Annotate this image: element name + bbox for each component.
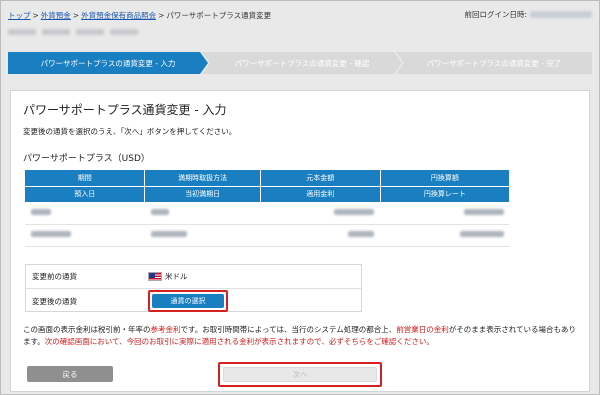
breadcrumb-current: パワーサポートプラス通貨変更 xyxy=(166,10,272,20)
table-header-row: 預入日 当初満期日 適用金利 円換算レート xyxy=(25,186,511,203)
breadcrumb: トップ > 外貨預金 > 外貨預金保有商品照会 > パワーサポートプラス通貨変更… xyxy=(8,8,592,22)
table-cell-redacted xyxy=(260,224,381,247)
next-button[interactable]: 次へ xyxy=(223,367,377,382)
currency-before-label: 変更前の通貨 xyxy=(32,272,77,281)
redacted-text xyxy=(42,29,70,35)
notice-text-red: 参考金利 xyxy=(150,325,181,334)
select-currency-button[interactable]: 通貨の選択 xyxy=(152,294,224,308)
column-header-deposit-date: 預入日 xyxy=(25,186,146,203)
table-cell-redacted xyxy=(380,202,510,225)
notice-text-red: 前営業日の金利 xyxy=(396,325,449,334)
currency-after-row: 変更後の通貨 通貨の選択 xyxy=(26,289,361,313)
breadcrumb-link-top[interactable]: トップ xyxy=(8,10,31,21)
column-header-maturity-handling: 満期時取扱方法 xyxy=(144,170,261,187)
notice-text: この画面の表示金利は税引前・年率の xyxy=(23,325,151,334)
step-complete: パワーサポートプラスの通貨変更 - 完了 xyxy=(396,52,592,74)
breadcrumb-separator: > xyxy=(32,10,39,20)
page-title: パワーサポートプラス通貨変更 - 入力 xyxy=(23,103,227,117)
column-header-yen-rate: 円換算レート xyxy=(380,186,511,203)
step-input: パワーサポートプラスの通貨変更 - 入力 xyxy=(8,52,208,74)
user-info-redacted xyxy=(8,29,138,37)
redacted-text xyxy=(76,29,104,35)
currency-before-text: 米ドル xyxy=(165,272,188,281)
redacted-text xyxy=(31,209,51,215)
table-row xyxy=(25,224,510,247)
breadcrumb-link-holdings[interactable]: 外貨預金保有商品照会 xyxy=(81,10,156,21)
table-cell-redacted xyxy=(25,202,145,225)
redacted-text xyxy=(334,209,375,215)
currency-box: 変更前の通貨 米ドル 変更後の通貨 通貨の選択 xyxy=(25,264,362,312)
notice-text-red: 次の確認画面において、今回のお取引に実際に適用される金利が表示されますので、必ず… xyxy=(44,337,434,346)
redacted-text xyxy=(150,231,187,237)
table-cell-redacted xyxy=(144,202,261,225)
redacted-text xyxy=(348,231,375,237)
breadcrumb-separator: > xyxy=(72,10,80,20)
step-indicator: パワーサポートプラスの通貨変更 - 確認 パワーサポートプラスの通貨変更 - 完… xyxy=(8,52,592,74)
column-header-period: 期間 xyxy=(25,170,146,187)
redacted-text xyxy=(463,209,504,215)
deposit-table: 期間 満期時取扱方法 元本金額 円換算額 預入日 当初満期日 適用金利 円換算レ… xyxy=(25,170,511,247)
column-header-principal: 元本金額 xyxy=(260,170,381,187)
redacted-text xyxy=(459,231,504,237)
table-header-row: 期間 満期時取扱方法 元本金額 円換算額 xyxy=(25,170,511,187)
redacted-text xyxy=(8,29,36,35)
last-login-label: 前回ログイン日時: xyxy=(464,10,527,19)
table-cell-redacted xyxy=(144,224,261,247)
redacted-text xyxy=(31,231,71,237)
last-login: 前回ログイン日時: xyxy=(464,9,592,20)
rate-notice: この画面の表示金利は税引前・年率の参考金利です。お取引時間帯によっては、当行のシ… xyxy=(23,324,583,348)
currency-before-value: 米ドル xyxy=(148,271,188,282)
main-panel: パワーサポートプラス通貨変更 - 入力 変更後の通貨を選択のうえ、「次へ」ボタン… xyxy=(10,90,590,392)
next-highlight: 次へ xyxy=(218,362,382,387)
instruction-text: 変更後の通貨を選択のうえ、「次へ」ボタンを押してください。 xyxy=(23,127,237,136)
notice-text: です。お取引時間帯によっては、当行のシステム処理の都合上、 xyxy=(180,325,397,334)
table-row xyxy=(25,202,510,225)
step-confirm: パワーサポートプラスの通貨変更 - 確認 xyxy=(202,52,402,74)
table-cell-redacted xyxy=(25,224,145,247)
column-header-applied-rate: 適用金利 xyxy=(260,186,381,203)
table-cell-redacted xyxy=(380,224,510,247)
last-login-value-redacted xyxy=(530,11,592,18)
select-highlight: 通貨の選択 xyxy=(148,290,228,312)
redacted-text xyxy=(110,29,138,35)
product-title: パワーサポートプラス（USD） xyxy=(23,154,150,164)
column-header-yen-amount: 円換算額 xyxy=(380,170,511,187)
currency-after-label: 変更後の通貨 xyxy=(32,296,77,306)
breadcrumb-separator: > xyxy=(158,10,165,20)
table-cell-redacted xyxy=(260,202,381,225)
redacted-text xyxy=(150,209,169,215)
breadcrumb-link-foreign-deposit[interactable]: 外貨預金 xyxy=(41,10,71,21)
back-button[interactable]: 戻る xyxy=(27,366,113,382)
us-flag-icon xyxy=(148,272,162,281)
column-header-initial-maturity: 当初満期日 xyxy=(144,186,261,203)
currency-before-row: 変更前の通貨 米ドル xyxy=(26,265,361,289)
